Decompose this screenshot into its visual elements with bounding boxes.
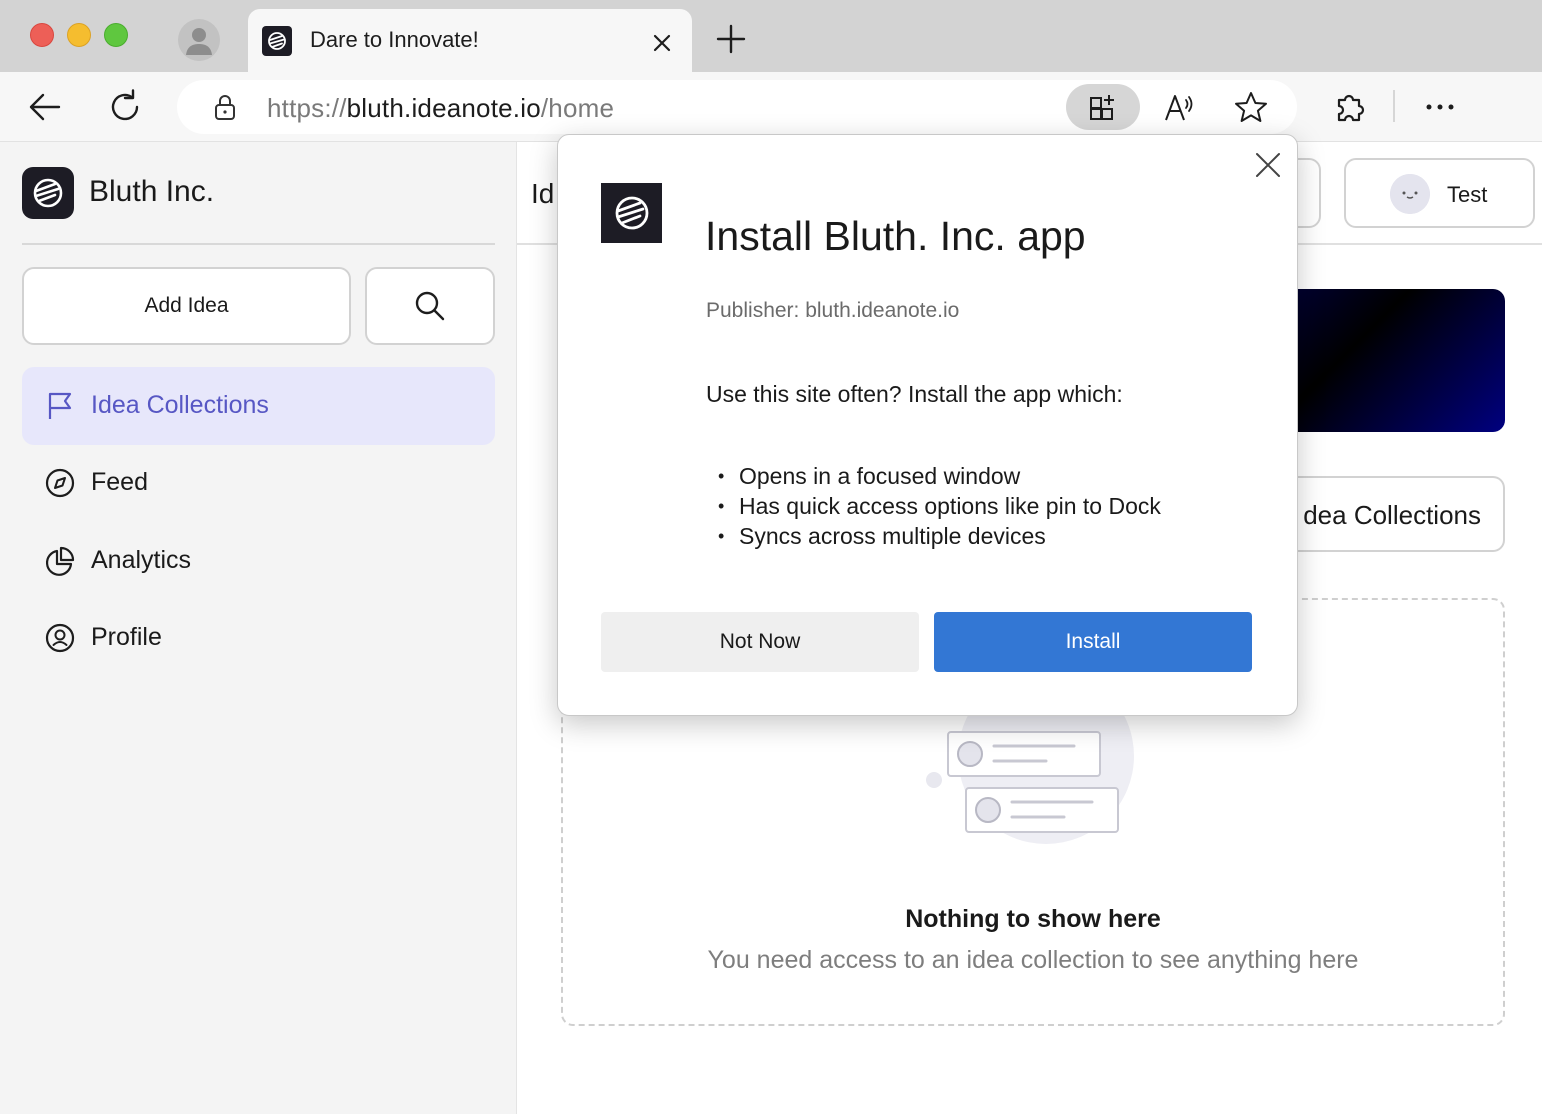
sidebar-item-analytics[interactable]: Analytics (22, 522, 495, 600)
browser-tab[interactable]: Dare to Innovate! (248, 9, 692, 72)
bluth-logo-icon[interactable] (22, 167, 74, 219)
close-window-button[interactable] (30, 23, 54, 47)
close-tab-icon[interactable] (646, 27, 678, 59)
pie-chart-icon (45, 546, 75, 576)
app-available-icon (1090, 95, 1114, 120)
person-icon (186, 28, 212, 55)
user-menu-button[interactable]: Test (1344, 158, 1535, 228)
sidebar-item-profile[interactable]: Profile (22, 599, 495, 677)
dialog-publisher: Publisher: bluth.ideanote.io (706, 299, 960, 322)
idea-collections-button-label: dea Collections (1303, 500, 1481, 530)
sidebar-item-label: Idea Collections (91, 391, 269, 419)
app-logo-icon (601, 183, 662, 243)
brand-name: Bluth Inc. (89, 175, 215, 208)
list-item: Opens in a focused window (718, 461, 1161, 491)
profile-icon (45, 623, 75, 653)
url-scheme: https:// (267, 93, 347, 123)
url-host: bluth.ideanote.io (346, 93, 541, 123)
read-aloud-icon[interactable] (1160, 88, 1200, 128)
list-item: Has quick access options like pin to Doc… (718, 491, 1161, 521)
site-info-lock-icon[interactable] (211, 94, 239, 122)
browser-toolbar: https://bluth.ideanote.io/home (0, 72, 1542, 142)
empty-state-subtitle: You need access to an idea collection to… (707, 946, 1359, 974)
sidebar-item-label: Analytics (91, 546, 192, 574)
toolbar-separator (1393, 90, 1395, 122)
flag-icon (48, 392, 72, 419)
sidebar-item-label: Profile (91, 623, 162, 651)
install-app-dialog: Install Bluth. Inc. app Publisher: bluth… (557, 134, 1298, 716)
app-available-button[interactable] (1066, 84, 1140, 130)
browser-tab-strip: Dare to Innovate! (0, 0, 1542, 72)
address-bar[interactable]: https://bluth.ideanote.io/home (177, 80, 1297, 134)
dialog-title: Install Bluth. Inc. app (705, 213, 1086, 259)
empty-state-title: Nothing to show here (905, 905, 1161, 933)
star-icon[interactable] (1231, 88, 1271, 128)
page-title: Id (531, 178, 555, 209)
dialog-intro: Use this site often? Install the app whi… (706, 381, 1123, 407)
app-sidebar: Bluth Inc. Add Idea Idea Collections Fee… (0, 142, 517, 1114)
search-button[interactable] (365, 267, 495, 345)
puzzle-icon[interactable] (1331, 88, 1369, 126)
browser-profile-button[interactable] (178, 19, 220, 61)
new-tab-icon[interactable] (712, 20, 750, 58)
install-button[interactable]: Install (934, 612, 1252, 672)
sidebar-divider (22, 243, 495, 245)
search-icon (415, 291, 445, 321)
sidebar-item-idea-collections[interactable]: Idea Collections (22, 367, 495, 445)
ideanote-favicon-icon (262, 26, 292, 56)
reload-icon[interactable] (106, 88, 144, 126)
url-path: /home (540, 93, 615, 123)
close-icon[interactable] (1252, 149, 1284, 181)
more-dots-icon[interactable] (1421, 88, 1459, 126)
avatar (1390, 174, 1430, 214)
sidebar-item-label: Feed (91, 468, 148, 496)
user-name: Test (1447, 182, 1488, 207)
maximize-window-button[interactable] (104, 23, 128, 47)
sidebar-item-feed[interactable]: Feed (22, 444, 495, 522)
minimize-window-button[interactable] (67, 23, 91, 47)
compass-icon (45, 468, 75, 498)
list-item: Syncs across multiple devices (718, 521, 1161, 551)
tab-title: Dare to Innovate! (310, 27, 479, 52)
not-now-button[interactable]: Not Now (601, 612, 919, 672)
add-idea-button[interactable]: Add Idea (22, 267, 351, 345)
url-text[interactable]: https://bluth.ideanote.io/home (267, 93, 614, 124)
benefits-list: Opens in a focused window Has quick acce… (718, 461, 1161, 551)
back-arrow-icon[interactable] (26, 88, 64, 126)
